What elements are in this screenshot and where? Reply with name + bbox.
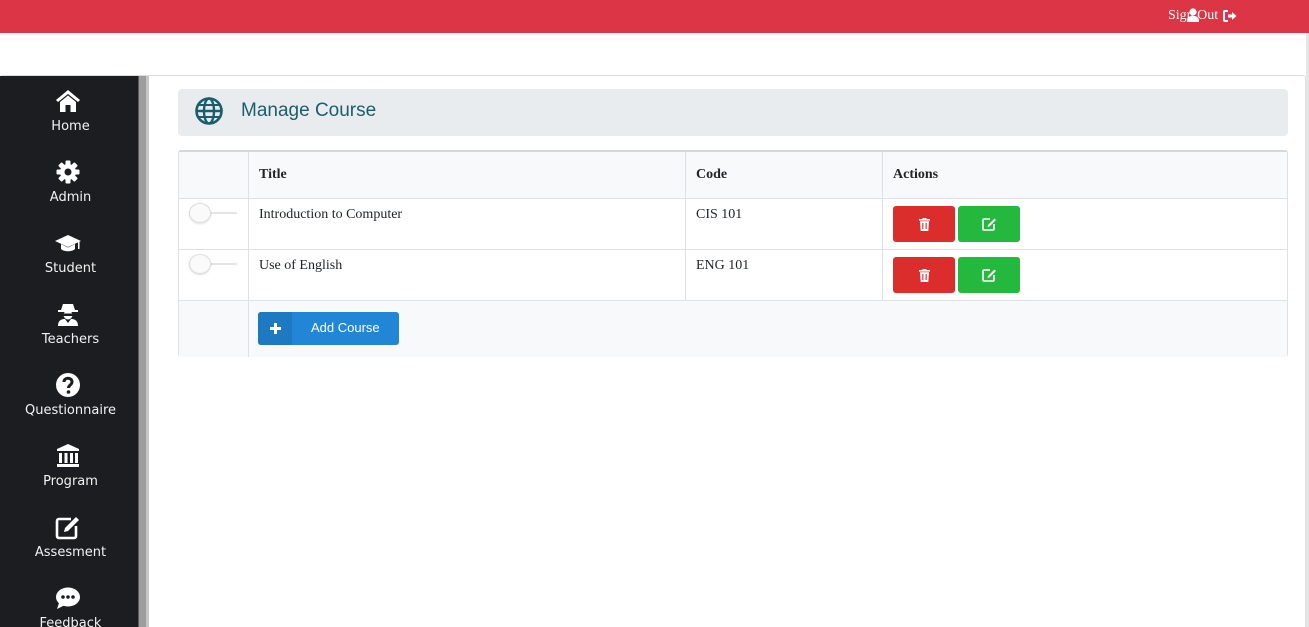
plus-icon <box>269 323 281 334</box>
sidebar-item-label: Admin <box>49 190 92 205</box>
trash-icon <box>918 268 930 282</box>
course-title: Use of English <box>259 258 343 273</box>
sidebar-item-assesment[interactable]: Assesment <box>0 514 138 574</box>
user-icon <box>1187 8 1199 22</box>
question-circle-icon <box>56 373 80 397</box>
sidebar-item-label: Feedback <box>39 616 102 627</box>
sidebar: Home Admin Student Teachers Questionnair… <box>0 76 138 627</box>
comment-dots-icon <box>56 587 80 609</box>
course-code-cell: ENG 101 <box>686 250 883 300</box>
course-code: ENG 101 <box>696 258 750 273</box>
sign-out-link[interactable]: Sign Out <box>1168 7 1237 25</box>
sign-out-icon <box>1223 10 1237 22</box>
column-header-actions: Actions <box>893 167 939 182</box>
edit-button[interactable] <box>958 257 1020 293</box>
top-navbar: Sign Out <box>0 0 1309 33</box>
course-title: Introduction to Computer <box>259 207 403 222</box>
table-header-row: Title Code Actions <box>179 152 1287 199</box>
course-table: Title Code Actions Introduction to Compu… <box>178 150 1288 357</box>
header-cell-actions: Actions <box>883 152 1287 198</box>
header-cell-title: Title <box>249 152 686 198</box>
page-header: Manage Course <box>178 89 1288 136</box>
trash-icon <box>918 217 930 231</box>
plus-icon-box <box>258 312 292 345</box>
header-cell-code: Code <box>686 152 883 198</box>
graduation-cap-icon <box>55 235 81 252</box>
delete-button[interactable] <box>893 257 955 293</box>
sidebar-item-label: Questionnaire <box>24 403 117 418</box>
sidebar-item-label: Teachers <box>41 332 100 347</box>
course-title-cell: Introduction to Computer <box>249 199 686 249</box>
sidebar-scrollbar[interactable] <box>138 76 149 627</box>
course-toggle[interactable] <box>189 254 239 274</box>
toggle-knob[interactable] <box>189 203 211 223</box>
sidebar-item-program[interactable]: Program <box>0 443 138 503</box>
course-actions-cell <box>883 250 1287 300</box>
column-header-title: Title <box>259 167 287 182</box>
course-code-cell: CIS 101 <box>686 199 883 249</box>
home-icon <box>56 90 80 112</box>
edit-icon <box>981 269 996 282</box>
edit-icon <box>55 517 79 540</box>
sidebar-item-label: Assesment <box>34 545 107 560</box>
sidebar-item-label: Program <box>43 474 98 489</box>
edit-icon <box>981 218 996 231</box>
table-row: Use of English ENG 101 <box>179 250 1287 301</box>
globe-icon <box>195 97 223 125</box>
table-row: Introduction to Computer CIS 101 <box>179 199 1287 250</box>
sidebar-item-label: Home <box>51 119 90 134</box>
sidebar-item-questionnaire[interactable]: Questionnaire <box>0 372 138 432</box>
edit-button[interactable] <box>958 206 1020 242</box>
sidebar-item-feedback[interactable]: Feedback <box>0 585 138 627</box>
course-actions-cell <box>883 199 1287 249</box>
add-course-label: Add Course <box>311 320 380 335</box>
sidebar-item-teachers[interactable]: Teachers <box>0 301 138 361</box>
user-secret-icon <box>58 304 78 326</box>
course-title-cell: Use of English <box>249 250 686 300</box>
gear-icon <box>56 160 80 184</box>
sidebar-item-label: Student <box>44 261 97 276</box>
footer-empty-cell <box>179 301 249 357</box>
course-code: CIS 101 <box>696 207 743 222</box>
institution-icon <box>57 444 79 467</box>
row-toggle-cell <box>179 250 249 300</box>
delete-button[interactable] <box>893 206 955 242</box>
page-title: Manage Course <box>241 100 377 121</box>
sidebar-item-student[interactable]: Student <box>0 230 138 290</box>
course-toggle[interactable] <box>189 203 239 223</box>
row-toggle-cell <box>179 199 249 249</box>
add-course-button[interactable]: Add Course <box>258 312 399 345</box>
sidebar-item-home[interactable]: Home <box>0 88 138 148</box>
sidebar-item-admin[interactable]: Admin <box>0 159 138 219</box>
column-header-code: Code <box>696 167 728 182</box>
toggle-knob[interactable] <box>189 254 211 274</box>
header-select-cell <box>179 152 249 198</box>
